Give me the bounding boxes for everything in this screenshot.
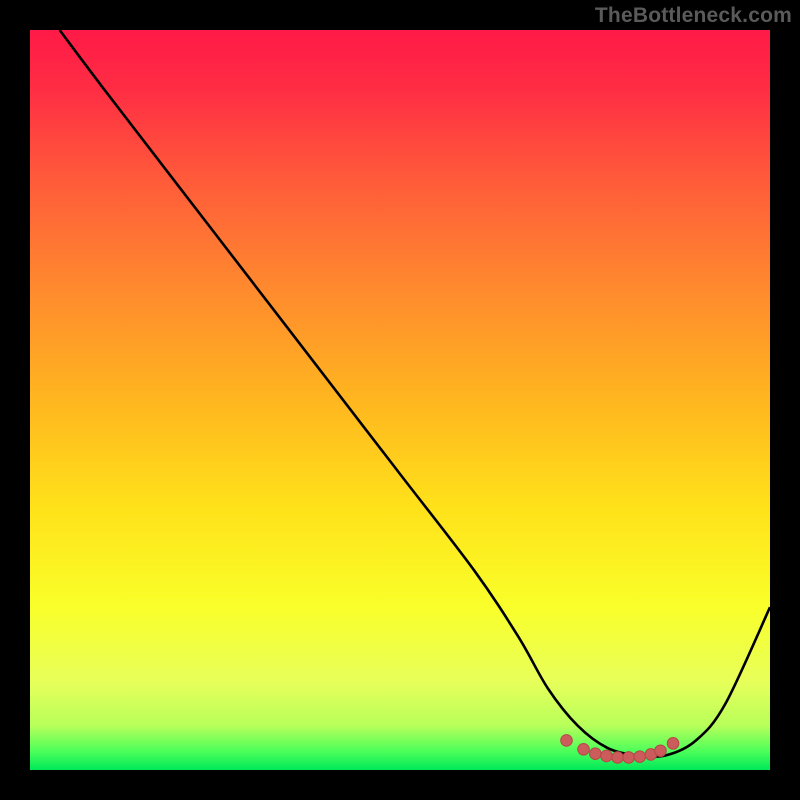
bottleneck-chart [30, 30, 770, 770]
optimal-dot [623, 752, 635, 764]
optimal-dot [590, 748, 602, 760]
optimal-dot [561, 735, 573, 747]
optimal-dot [667, 738, 679, 750]
optimal-dot [634, 751, 646, 763]
watermark-text: TheBottleneck.com [595, 4, 792, 28]
optimal-dot [601, 750, 613, 762]
optimal-dot [612, 752, 624, 764]
optimal-dot [578, 743, 590, 755]
chart-frame: TheBottleneck.com [0, 0, 800, 800]
plot-area [30, 30, 770, 770]
gradient-background [30, 30, 770, 770]
optimal-dot [655, 745, 667, 757]
